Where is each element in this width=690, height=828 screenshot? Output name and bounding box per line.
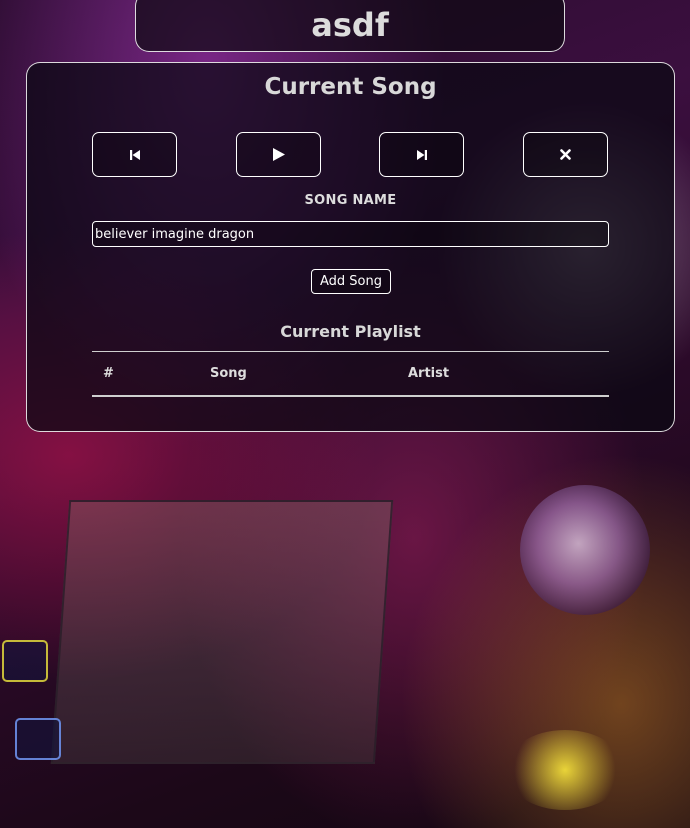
background-light bbox=[505, 730, 625, 810]
column-header-artist: Artist bbox=[408, 366, 450, 381]
previous-button[interactable] bbox=[92, 132, 177, 177]
song-name-input[interactable] bbox=[92, 221, 609, 247]
player-panel: Current Song SONG NAME Add Song Current … bbox=[26, 62, 675, 432]
header-box: asdf bbox=[135, 0, 565, 52]
song-name-label: SONG NAME bbox=[304, 193, 397, 208]
background-photo-knob bbox=[520, 485, 650, 615]
background-pad bbox=[2, 640, 48, 682]
skip-next-icon bbox=[416, 149, 427, 160]
close-icon bbox=[560, 149, 571, 160]
current-song-heading: Current Song bbox=[264, 74, 437, 100]
background-photo-deck bbox=[50, 500, 394, 764]
play-icon bbox=[272, 148, 285, 161]
add-song-button[interactable]: Add Song bbox=[311, 269, 391, 294]
current-playlist-heading: Current Playlist bbox=[280, 322, 421, 341]
page-title: asdf bbox=[311, 6, 389, 44]
next-button[interactable] bbox=[379, 132, 464, 177]
playlist-table: # Song Artist bbox=[92, 351, 609, 397]
column-header-song: Song bbox=[210, 366, 247, 381]
column-header-number: # bbox=[103, 366, 114, 381]
background-pad bbox=[15, 718, 61, 760]
stop-button[interactable] bbox=[523, 132, 608, 177]
play-button[interactable] bbox=[236, 132, 321, 177]
skip-previous-icon bbox=[129, 149, 140, 160]
